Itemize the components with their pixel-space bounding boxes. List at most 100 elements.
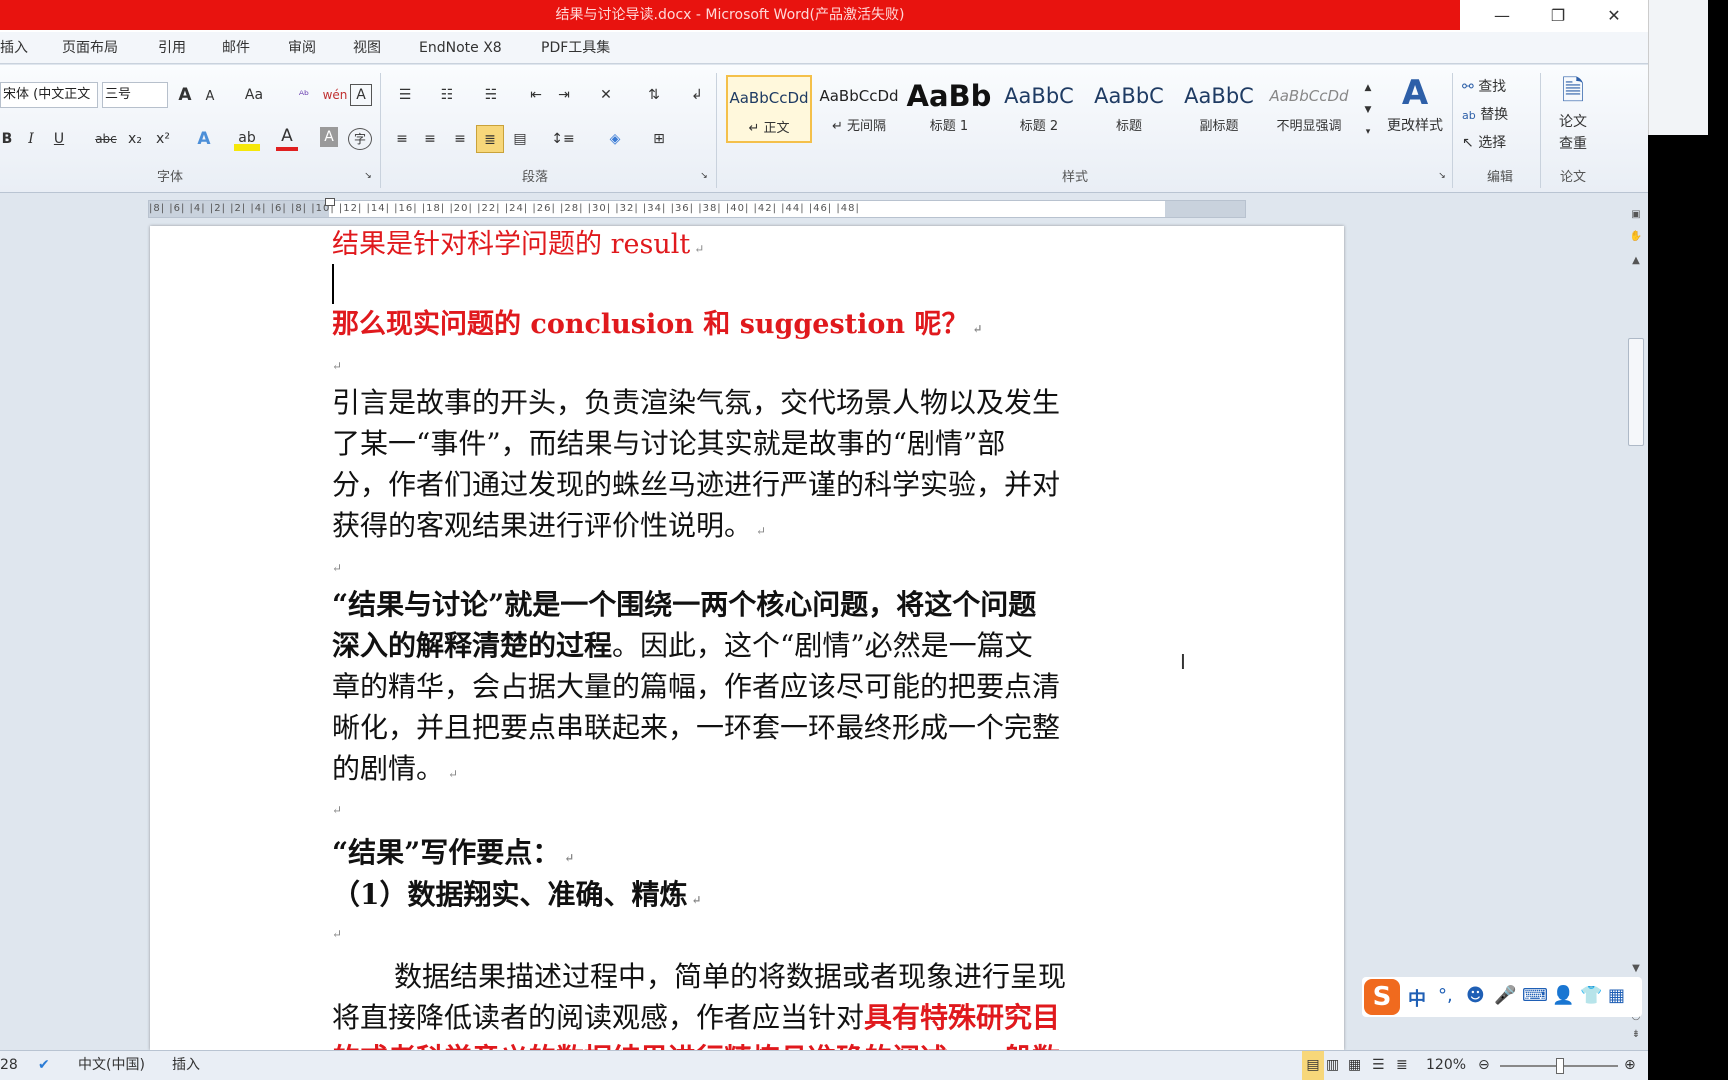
document-page[interactable]: 结果是针对科学问题的 result ↵ 那么现实问题的 conclusion 和 …: [150, 226, 1344, 1050]
ime-toolbar[interactable]: S 中 °, ☻ 🎤 ⌨ 👤 👕 ▦: [1362, 977, 1642, 1017]
tab-page-layout[interactable]: 页面布局: [62, 32, 118, 64]
phonetic-guide-button[interactable]: wén: [320, 81, 350, 109]
style-heading-2[interactable]: AaBbC 标题 2: [996, 75, 1082, 143]
web-layout-icon[interactable]: ▦: [1348, 1051, 1361, 1080]
indent-marker-icon[interactable]: [325, 198, 335, 206]
show-marks-icon[interactable]: ↲: [686, 81, 708, 109]
zoom-out-icon[interactable]: ⊖: [1478, 1051, 1490, 1080]
grow-font-button[interactable]: A: [174, 81, 196, 109]
minimize-button[interactable]: —: [1476, 0, 1528, 32]
font-dialog-launcher-icon[interactable]: ↘: [362, 169, 374, 183]
align-left-icon[interactable]: ≡: [390, 125, 414, 153]
toolbox-icon[interactable]: ▦: [1608, 985, 1625, 1006]
tab-mailings[interactable]: 邮件: [222, 32, 250, 64]
tab-pdf-tools[interactable]: PDF工具集: [541, 32, 610, 64]
print-layout-icon[interactable]: ▤: [1302, 1051, 1324, 1080]
tab-view[interactable]: 视图: [353, 32, 381, 64]
scroll-up-icon[interactable]: ▲: [1626, 252, 1646, 270]
font-color-button[interactable]: A: [276, 125, 298, 151]
borders-icon[interactable]: ⊞: [644, 125, 674, 153]
subscript-button[interactable]: x₂: [124, 125, 146, 153]
language-indicator[interactable]: 中文(中国): [78, 1051, 145, 1080]
ruler-ticks: |8| |6| |4| |2| |2| |4| |6| |8| |10| |12…: [149, 203, 860, 214]
paragraph-group-label: 段落: [521, 170, 548, 185]
change-case-button[interactable]: Aa: [240, 81, 268, 109]
styles-dialog-launcher-icon[interactable]: ↘: [1436, 169, 1448, 183]
user-icon[interactable]: 👤: [1552, 985, 1574, 1006]
pan-hand-icon[interactable]: ✋: [1626, 228, 1646, 246]
page-indicator[interactable]: 28: [0, 1051, 18, 1080]
char-shading-button[interactable]: A: [320, 127, 338, 147]
microphone-icon[interactable]: 🎤: [1494, 985, 1516, 1006]
styles-scroll-icon[interactable]: ▲ ▼ ▾: [1360, 77, 1376, 143]
style-no-spacing[interactable]: AaBbCcDd ↵ 无间隔: [816, 75, 902, 143]
reading-layout-icon[interactable]: ▥: [1326, 1051, 1339, 1080]
style-subtitle[interactable]: AaBbC 副标题: [1176, 75, 1262, 143]
scroll-down-icon[interactable]: ▼: [1626, 960, 1646, 978]
align-center-icon[interactable]: ≡: [418, 125, 442, 153]
ime-language-toggle[interactable]: 中: [1408, 985, 1426, 1011]
scroll-thumb[interactable]: [1628, 338, 1644, 446]
next-page-icon[interactable]: ⇟: [1626, 1026, 1646, 1044]
clear-format-button[interactable]: ᴬᵇ: [290, 81, 318, 109]
select-button[interactable]: ↖ 选择: [1462, 129, 1542, 157]
proofing-icon[interactable]: ✔: [38, 1051, 50, 1080]
tab-references[interactable]: 引用: [158, 32, 186, 64]
highlight-icon[interactable]: ab: [234, 127, 260, 151]
insert-mode-indicator[interactable]: 插入: [172, 1051, 200, 1080]
tab-insert[interactable]: 插入: [0, 32, 28, 64]
replace-button[interactable]: ab 替换: [1462, 101, 1542, 129]
paper-check-button[interactable]: 🗎 论文 查重: [1548, 71, 1598, 165]
draft-icon[interactable]: ≣: [1396, 1051, 1408, 1080]
background-window: [1648, 0, 1708, 135]
char-border-button[interactable]: A: [350, 84, 372, 106]
doc-point-1: （1）数据翔实、准确、精炼 ↵: [332, 878, 702, 911]
numbering-icon[interactable]: ☷: [432, 81, 462, 109]
ruler-toggle-icon[interactable]: ▣: [1626, 206, 1646, 224]
find-button[interactable]: ⚯ 查找: [1462, 73, 1542, 101]
restore-button[interactable]: ❐: [1532, 0, 1584, 32]
keyboard-icon[interactable]: ⌨: [1522, 985, 1548, 1006]
outline-icon[interactable]: ☰: [1372, 1051, 1385, 1080]
distributed-icon[interactable]: ▤: [508, 125, 532, 153]
enclose-char-button[interactable]: 字: [348, 128, 372, 150]
chinese-layout-icon[interactable]: ✕: [590, 81, 622, 109]
bold-button[interactable]: B: [0, 125, 14, 153]
font-size-combo[interactable]: 三号: [102, 82, 168, 108]
sogou-logo-icon[interactable]: S: [1364, 979, 1400, 1015]
justify-icon[interactable]: ≣: [476, 125, 504, 153]
change-styles-button[interactable]: A 更改样式: [1380, 71, 1450, 151]
skin-icon[interactable]: 👕: [1580, 985, 1602, 1006]
shading-icon[interactable]: ◈: [600, 125, 630, 153]
align-right-icon[interactable]: ≡: [448, 125, 472, 153]
style-heading-1[interactable]: AaBb 标题 1: [906, 75, 992, 143]
underline-button[interactable]: U: [50, 125, 68, 153]
paragraph-dialog-launcher-icon[interactable]: ↘: [698, 169, 710, 183]
vertical-scrollbar[interactable]: ▣ ✋ ▲ ▼ ⇞ ○ ⇟: [1626, 200, 1646, 1050]
strikethrough-button[interactable]: abc: [92, 125, 120, 153]
shrink-font-button[interactable]: A: [200, 83, 220, 111]
style-title[interactable]: AaBbC 标题: [1086, 75, 1172, 143]
decrease-indent-icon[interactable]: ⇤: [524, 81, 548, 109]
tab-review[interactable]: 审阅: [288, 32, 316, 64]
increase-indent-icon[interactable]: ⇥: [552, 81, 576, 109]
bullets-icon[interactable]: ☰: [390, 81, 420, 109]
tab-endnote[interactable]: EndNote X8: [419, 32, 502, 64]
superscript-button[interactable]: x²: [152, 125, 174, 153]
text-effects-icon[interactable]: A: [192, 125, 216, 153]
sort-icon[interactable]: ⇅: [642, 81, 666, 109]
line-spacing-icon[interactable]: ↕≡: [548, 125, 578, 153]
style-normal[interactable]: AaBbCcDd ↵ 正文: [726, 75, 812, 143]
close-button[interactable]: ✕: [1588, 0, 1640, 32]
zoom-level[interactable]: 120%: [1426, 1051, 1466, 1080]
font-name-combo[interactable]: 宋体 (中文正文: [0, 82, 98, 108]
italic-button[interactable]: I: [22, 125, 40, 153]
doc-empty-paragraph: ↵: [332, 359, 343, 373]
style-subtle-emphasis[interactable]: AaBbCcDd 不明显强调: [1266, 75, 1352, 143]
horizontal-ruler[interactable]: |8| |6| |4| |2| |2| |4| |6| |8| |10| |12…: [148, 198, 1246, 218]
emoji-icon[interactable]: ☻: [1466, 985, 1485, 1006]
zoom-slider-thumb[interactable]: [1556, 1058, 1564, 1074]
multilevel-list-icon[interactable]: ☵: [476, 81, 506, 109]
punctuation-icon[interactable]: °,: [1438, 985, 1453, 1006]
zoom-in-icon[interactable]: ⊕: [1624, 1051, 1636, 1080]
